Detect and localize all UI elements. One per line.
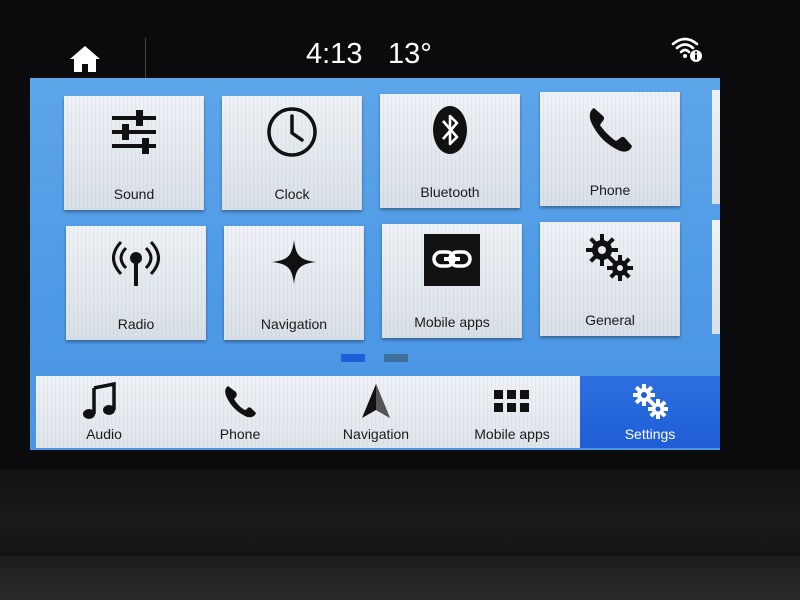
radio-antenna-icon [112, 240, 160, 286]
page-indicator-2[interactable] [384, 354, 408, 362]
link-icon [424, 234, 480, 286]
dashboard-trim [0, 556, 800, 600]
nav-navigation[interactable]: Navigation [308, 376, 444, 448]
nav-label: Phone [219, 426, 261, 442]
outside-temperature: 13° [388, 38, 432, 70]
tile-label: Radio [117, 316, 155, 332]
phone-icon [589, 108, 632, 152]
tile-general[interactable]: General [540, 222, 680, 336]
navigation-arrow-icon [362, 384, 390, 418]
app-grid-icon [494, 390, 529, 412]
tile-bluetooth[interactable]: Bluetooth [380, 94, 520, 208]
wifi-info-icon [671, 37, 702, 62]
nav-mobile-apps[interactable]: Mobile apps [444, 376, 580, 448]
tile-navigation[interactable]: Navigation [224, 226, 364, 340]
phone-icon [225, 386, 256, 418]
tile-label: Navigation [260, 316, 328, 332]
tile-label: General [585, 312, 635, 328]
tile-clock[interactable]: Clock [222, 96, 362, 210]
tile-phone[interactable]: Phone [540, 92, 680, 206]
tile-label: Sound [113, 186, 155, 202]
tile-sound[interactable]: Sound [64, 96, 204, 210]
gears-icon [633, 384, 668, 419]
next-page-tile-edge [712, 90, 720, 204]
gears-icon [586, 234, 633, 281]
nav-label: Settings [624, 426, 676, 442]
tile-mobile-apps[interactable]: Mobile apps [382, 224, 522, 338]
nav-label: Audio [86, 426, 122, 442]
music-note-icon [83, 382, 116, 419]
nav-phone[interactable]: Phone [172, 376, 308, 448]
next-page-tile-edge [712, 220, 720, 334]
nav-audio[interactable]: Audio [36, 376, 172, 448]
tile-label: Mobile apps [414, 314, 490, 330]
star-compass-icon [272, 240, 316, 284]
bluetooth-icon [433, 106, 467, 154]
nav-settings[interactable]: Settings [580, 376, 720, 448]
bottom-nav-bar: Audio Phone Navigation Mobile apps Setti… [36, 376, 720, 448]
tile-label: Bluetooth [420, 184, 480, 200]
clock-time: 4:13 [306, 38, 363, 70]
tile-radio[interactable]: Radio [66, 226, 206, 340]
status-bar: 4:13 13° [30, 30, 720, 78]
home-icon [70, 46, 100, 72]
sliders-icon [112, 110, 156, 154]
nav-label: Navigation [342, 426, 410, 442]
nav-label: Mobile apps [474, 426, 550, 442]
tile-label: Clock [274, 186, 310, 202]
page-indicator-1[interactable] [341, 354, 365, 362]
home-button[interactable] [68, 44, 102, 74]
status-divider [145, 38, 146, 78]
clock-icon [267, 107, 317, 157]
settings-screen: Sound Clock Bluetooth Phone Radio Naviga… [30, 78, 720, 450]
wifi-status-button[interactable] [670, 32, 704, 64]
tile-label: Phone [589, 182, 631, 198]
